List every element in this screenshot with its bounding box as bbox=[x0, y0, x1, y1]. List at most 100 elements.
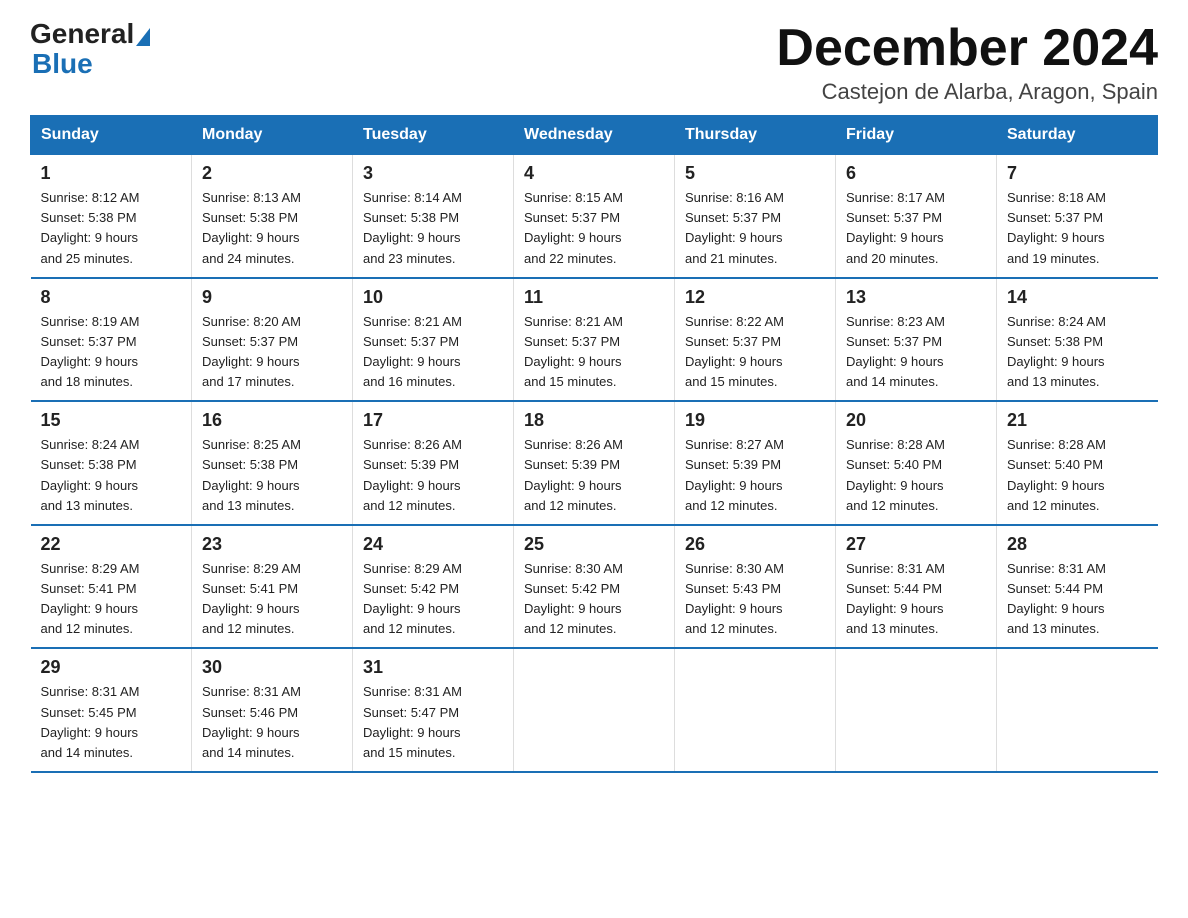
day-info: Sunrise: 8:13 AM Sunset: 5:38 PM Dayligh… bbox=[202, 188, 342, 269]
day-number: 24 bbox=[363, 534, 503, 555]
calendar-cell: 18 Sunrise: 8:26 AM Sunset: 5:39 PM Dayl… bbox=[514, 401, 675, 525]
calendar-cell: 21 Sunrise: 8:28 AM Sunset: 5:40 PM Dayl… bbox=[997, 401, 1158, 525]
calendar-cell: 31 Sunrise: 8:31 AM Sunset: 5:47 PM Dayl… bbox=[353, 648, 514, 772]
calendar-cell: 9 Sunrise: 8:20 AM Sunset: 5:37 PM Dayli… bbox=[192, 278, 353, 402]
day-info: Sunrise: 8:22 AM Sunset: 5:37 PM Dayligh… bbox=[685, 312, 825, 393]
day-number: 31 bbox=[363, 657, 503, 678]
calendar-cell: 27 Sunrise: 8:31 AM Sunset: 5:44 PM Dayl… bbox=[836, 525, 997, 649]
day-info: Sunrise: 8:16 AM Sunset: 5:37 PM Dayligh… bbox=[685, 188, 825, 269]
day-info: Sunrise: 8:31 AM Sunset: 5:45 PM Dayligh… bbox=[41, 682, 182, 763]
day-number: 6 bbox=[846, 163, 986, 184]
weekday-header-friday: Friday bbox=[836, 116, 997, 155]
day-number: 30 bbox=[202, 657, 342, 678]
day-info: Sunrise: 8:31 AM Sunset: 5:44 PM Dayligh… bbox=[846, 559, 986, 640]
calendar-cell: 23 Sunrise: 8:29 AM Sunset: 5:41 PM Dayl… bbox=[192, 525, 353, 649]
day-info: Sunrise: 8:28 AM Sunset: 5:40 PM Dayligh… bbox=[1007, 435, 1148, 516]
day-info: Sunrise: 8:20 AM Sunset: 5:37 PM Dayligh… bbox=[202, 312, 342, 393]
day-number: 1 bbox=[41, 163, 182, 184]
page-header: General Blue December 2024 Castejon de A… bbox=[30, 20, 1158, 105]
day-info: Sunrise: 8:25 AM Sunset: 5:38 PM Dayligh… bbox=[202, 435, 342, 516]
day-number: 14 bbox=[1007, 287, 1148, 308]
day-info: Sunrise: 8:29 AM Sunset: 5:42 PM Dayligh… bbox=[363, 559, 503, 640]
day-number: 16 bbox=[202, 410, 342, 431]
day-number: 13 bbox=[846, 287, 986, 308]
calendar-cell: 3 Sunrise: 8:14 AM Sunset: 5:38 PM Dayli… bbox=[353, 155, 514, 278]
day-number: 11 bbox=[524, 287, 664, 308]
weekday-header-tuesday: Tuesday bbox=[353, 116, 514, 155]
day-number: 3 bbox=[363, 163, 503, 184]
day-info: Sunrise: 8:24 AM Sunset: 5:38 PM Dayligh… bbox=[1007, 312, 1148, 393]
weekday-header-saturday: Saturday bbox=[997, 116, 1158, 155]
day-info: Sunrise: 8:23 AM Sunset: 5:37 PM Dayligh… bbox=[846, 312, 986, 393]
day-number: 8 bbox=[41, 287, 182, 308]
calendar-cell: 5 Sunrise: 8:16 AM Sunset: 5:37 PM Dayli… bbox=[675, 155, 836, 278]
calendar-cell: 1 Sunrise: 8:12 AM Sunset: 5:38 PM Dayli… bbox=[31, 155, 192, 278]
calendar-cell: 10 Sunrise: 8:21 AM Sunset: 5:37 PM Dayl… bbox=[353, 278, 514, 402]
logo-area: General Blue bbox=[30, 20, 150, 80]
calendar-cell: 26 Sunrise: 8:30 AM Sunset: 5:43 PM Dayl… bbox=[675, 525, 836, 649]
day-number: 9 bbox=[202, 287, 342, 308]
day-info: Sunrise: 8:31 AM Sunset: 5:47 PM Dayligh… bbox=[363, 682, 503, 763]
calendar-cell bbox=[675, 648, 836, 772]
calendar-cell bbox=[836, 648, 997, 772]
day-number: 27 bbox=[846, 534, 986, 555]
calendar-cell: 22 Sunrise: 8:29 AM Sunset: 5:41 PM Dayl… bbox=[31, 525, 192, 649]
day-info: Sunrise: 8:21 AM Sunset: 5:37 PM Dayligh… bbox=[363, 312, 503, 393]
day-number: 19 bbox=[685, 410, 825, 431]
calendar-week-row: 29 Sunrise: 8:31 AM Sunset: 5:45 PM Dayl… bbox=[31, 648, 1158, 772]
calendar-cell: 12 Sunrise: 8:22 AM Sunset: 5:37 PM Dayl… bbox=[675, 278, 836, 402]
calendar-cell: 29 Sunrise: 8:31 AM Sunset: 5:45 PM Dayl… bbox=[31, 648, 192, 772]
weekday-header-row: SundayMondayTuesdayWednesdayThursdayFrid… bbox=[31, 116, 1158, 155]
calendar-cell: 30 Sunrise: 8:31 AM Sunset: 5:46 PM Dayl… bbox=[192, 648, 353, 772]
calendar-cell: 8 Sunrise: 8:19 AM Sunset: 5:37 PM Dayli… bbox=[31, 278, 192, 402]
day-info: Sunrise: 8:30 AM Sunset: 5:42 PM Dayligh… bbox=[524, 559, 664, 640]
calendar-cell bbox=[997, 648, 1158, 772]
logo-triangle-icon bbox=[136, 28, 150, 46]
day-number: 4 bbox=[524, 163, 664, 184]
day-number: 2 bbox=[202, 163, 342, 184]
calendar-cell: 7 Sunrise: 8:18 AM Sunset: 5:37 PM Dayli… bbox=[997, 155, 1158, 278]
calendar-cell: 14 Sunrise: 8:24 AM Sunset: 5:38 PM Dayl… bbox=[997, 278, 1158, 402]
weekday-header-monday: Monday bbox=[192, 116, 353, 155]
day-info: Sunrise: 8:17 AM Sunset: 5:37 PM Dayligh… bbox=[846, 188, 986, 269]
day-number: 26 bbox=[685, 534, 825, 555]
calendar-cell: 16 Sunrise: 8:25 AM Sunset: 5:38 PM Dayl… bbox=[192, 401, 353, 525]
day-info: Sunrise: 8:27 AM Sunset: 5:39 PM Dayligh… bbox=[685, 435, 825, 516]
logo: General bbox=[30, 20, 150, 48]
location-title: Castejon de Alarba, Aragon, Spain bbox=[776, 79, 1158, 105]
day-info: Sunrise: 8:29 AM Sunset: 5:41 PM Dayligh… bbox=[41, 559, 182, 640]
day-number: 29 bbox=[41, 657, 182, 678]
calendar-cell: 4 Sunrise: 8:15 AM Sunset: 5:37 PM Dayli… bbox=[514, 155, 675, 278]
day-info: Sunrise: 8:26 AM Sunset: 5:39 PM Dayligh… bbox=[363, 435, 503, 516]
day-info: Sunrise: 8:28 AM Sunset: 5:40 PM Dayligh… bbox=[846, 435, 986, 516]
day-info: Sunrise: 8:12 AM Sunset: 5:38 PM Dayligh… bbox=[41, 188, 182, 269]
calendar-cell: 6 Sunrise: 8:17 AM Sunset: 5:37 PM Dayli… bbox=[836, 155, 997, 278]
day-number: 7 bbox=[1007, 163, 1148, 184]
day-number: 20 bbox=[846, 410, 986, 431]
calendar-week-row: 15 Sunrise: 8:24 AM Sunset: 5:38 PM Dayl… bbox=[31, 401, 1158, 525]
calendar-cell: 24 Sunrise: 8:29 AM Sunset: 5:42 PM Dayl… bbox=[353, 525, 514, 649]
calendar-cell: 28 Sunrise: 8:31 AM Sunset: 5:44 PM Dayl… bbox=[997, 525, 1158, 649]
day-number: 28 bbox=[1007, 534, 1148, 555]
calendar-cell: 25 Sunrise: 8:30 AM Sunset: 5:42 PM Dayl… bbox=[514, 525, 675, 649]
day-number: 15 bbox=[41, 410, 182, 431]
day-info: Sunrise: 8:15 AM Sunset: 5:37 PM Dayligh… bbox=[524, 188, 664, 269]
day-number: 12 bbox=[685, 287, 825, 308]
logo-general-text: General bbox=[30, 20, 134, 48]
day-number: 5 bbox=[685, 163, 825, 184]
weekday-header-thursday: Thursday bbox=[675, 116, 836, 155]
calendar-table: SundayMondayTuesdayWednesdayThursdayFrid… bbox=[30, 115, 1158, 773]
logo-blue-text: Blue bbox=[32, 48, 93, 80]
day-info: Sunrise: 8:30 AM Sunset: 5:43 PM Dayligh… bbox=[685, 559, 825, 640]
calendar-cell: 17 Sunrise: 8:26 AM Sunset: 5:39 PM Dayl… bbox=[353, 401, 514, 525]
day-info: Sunrise: 8:18 AM Sunset: 5:37 PM Dayligh… bbox=[1007, 188, 1148, 269]
day-number: 10 bbox=[363, 287, 503, 308]
day-info: Sunrise: 8:24 AM Sunset: 5:38 PM Dayligh… bbox=[41, 435, 182, 516]
day-number: 18 bbox=[524, 410, 664, 431]
day-info: Sunrise: 8:31 AM Sunset: 5:44 PM Dayligh… bbox=[1007, 559, 1148, 640]
day-info: Sunrise: 8:29 AM Sunset: 5:41 PM Dayligh… bbox=[202, 559, 342, 640]
day-number: 17 bbox=[363, 410, 503, 431]
calendar-cell: 19 Sunrise: 8:27 AM Sunset: 5:39 PM Dayl… bbox=[675, 401, 836, 525]
calendar-cell: 20 Sunrise: 8:28 AM Sunset: 5:40 PM Dayl… bbox=[836, 401, 997, 525]
title-area: December 2024 Castejon de Alarba, Aragon… bbox=[776, 20, 1158, 105]
